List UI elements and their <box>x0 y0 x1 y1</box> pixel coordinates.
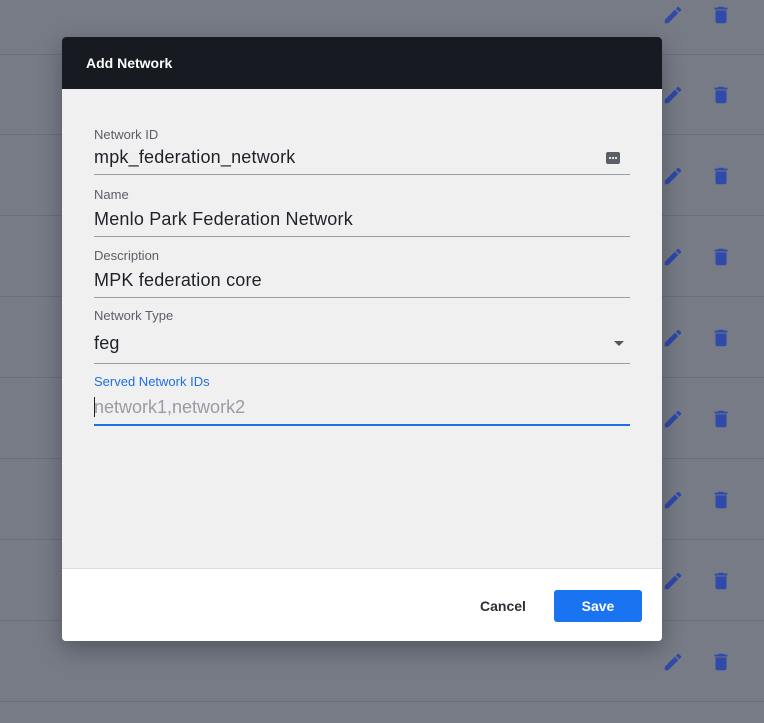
delete-icon[interactable] <box>710 246 732 268</box>
description-label: Description <box>94 248 160 263</box>
dialog-footer: Cancel Save <box>62 568 662 641</box>
edit-icon[interactable] <box>662 489 684 511</box>
name-value[interactable]: Menlo Park Federation Network <box>94 209 353 230</box>
delete-icon[interactable] <box>710 408 732 430</box>
text-caret <box>94 397 95 417</box>
description-value[interactable]: MPK federation core <box>94 270 262 291</box>
delete-icon[interactable] <box>710 165 732 187</box>
network-id-label: Network ID <box>94 127 159 142</box>
name-label: Name <box>94 187 129 202</box>
cancel-button[interactable]: Cancel <box>468 590 538 622</box>
network-id-value[interactable]: mpk_federation_network <box>94 147 296 168</box>
network-type-select[interactable]: Network Type feg <box>94 308 630 364</box>
edit-icon[interactable] <box>662 408 684 430</box>
network-type-label: Network Type <box>94 308 174 323</box>
id-generator-icon[interactable] <box>606 151 620 164</box>
edit-icon[interactable] <box>662 327 684 349</box>
delete-icon[interactable] <box>710 570 732 592</box>
edit-icon[interactable] <box>662 4 684 26</box>
name-field[interactable]: Name Menlo Park Federation Network <box>94 187 630 237</box>
delete-icon[interactable] <box>710 84 732 106</box>
edit-icon[interactable] <box>662 84 684 106</box>
description-underline <box>94 297 630 298</box>
edit-icon[interactable] <box>662 570 684 592</box>
edit-icon[interactable] <box>662 165 684 187</box>
chevron-down-icon[interactable] <box>614 341 624 346</box>
name-underline <box>94 236 630 237</box>
dialog-title: Add Network <box>86 55 173 71</box>
dialog-header: Add Network <box>62 37 662 89</box>
add-network-dialog: Add Network Network ID mpk_federation_ne… <box>62 37 662 641</box>
network-id-field[interactable]: Network ID mpk_federation_network <box>94 127 630 175</box>
network-type-underline <box>94 363 630 364</box>
delete-icon[interactable] <box>710 4 732 26</box>
delete-icon[interactable] <box>710 489 732 511</box>
save-button[interactable]: Save <box>554 590 642 622</box>
served-network-ids-label: Served Network IDs <box>94 374 210 389</box>
served-network-ids-input[interactable]: network1,network2 <box>94 397 245 418</box>
delete-icon[interactable] <box>710 651 732 673</box>
edit-icon[interactable] <box>662 651 684 673</box>
served-network-ids-underline <box>94 424 630 426</box>
network-type-value[interactable]: feg <box>94 333 120 354</box>
network-id-underline <box>94 174 630 175</box>
delete-icon[interactable] <box>710 327 732 349</box>
served-network-ids-field[interactable]: Served Network IDs network1,network2 <box>94 374 630 426</box>
description-field[interactable]: Description MPK federation core <box>94 248 630 298</box>
edit-icon[interactable] <box>662 246 684 268</box>
